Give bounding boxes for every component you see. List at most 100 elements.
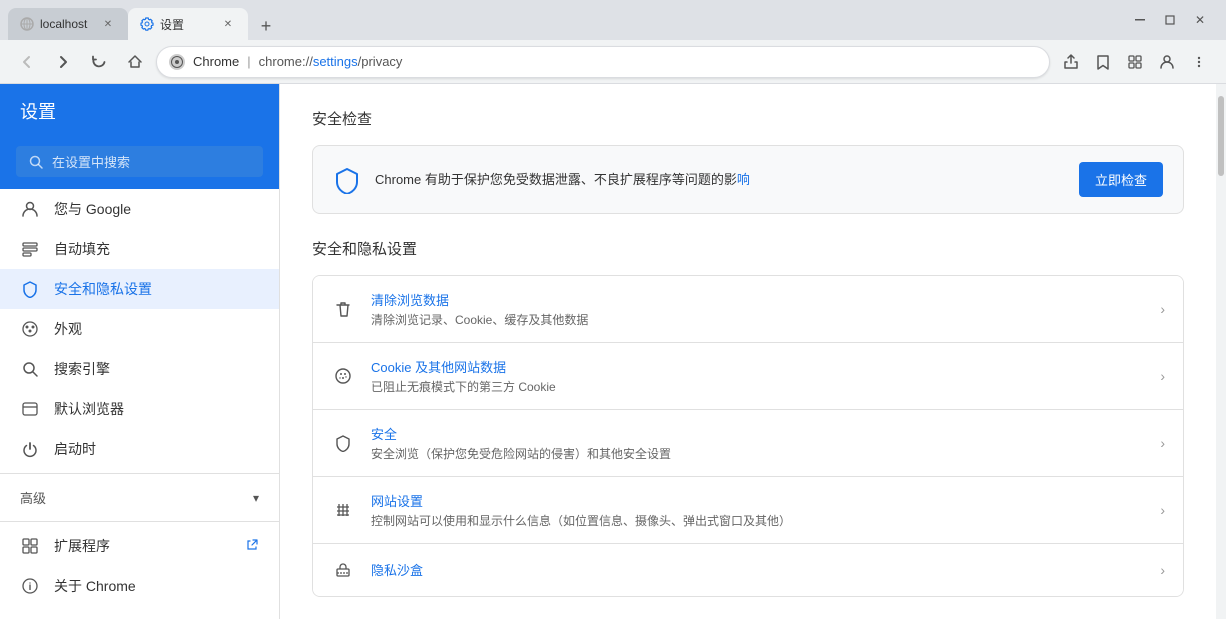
tab-localhost[interactable]: localhost ✕ <box>8 8 128 40</box>
home-button[interactable] <box>120 47 150 77</box>
autofill-icon <box>20 239 40 259</box>
site-security-icon <box>169 54 185 70</box>
sidebar-item-search-label: 搜索引擎 <box>54 359 110 379</box>
settings-title: 设置 <box>20 102 56 122</box>
reload-button[interactable] <box>84 47 114 77</box>
restore-button[interactable] <box>1156 6 1184 34</box>
settings-list: 清除浏览数据 清除浏览记录、Cookie、缓存及其他数据 › Cookie 及其… <box>312 275 1184 597</box>
browser-icon <box>20 399 40 419</box>
power-icon <box>20 439 40 459</box>
security-subtitle: 安全浏览（保护您免受危险网站的侵害）和其他安全设置 <box>371 445 1144 462</box>
minimize-button[interactable] <box>1126 6 1154 34</box>
tab-settings[interactable]: 设置 ✕ <box>128 8 248 40</box>
sidebar-item-startup[interactable]: 启动时 <box>0 429 279 469</box>
search-placeholder[interactable]: 在设置中搜索 <box>52 152 130 171</box>
address-scheme: Chrome <box>193 54 239 69</box>
sidebar: 设置 在设置中搜索 您与 Google 自动填充 <box>0 84 280 619</box>
scrollbar[interactable] <box>1216 84 1226 619</box>
browser-frame: localhost ✕ 设置 ✕ + ✕ <box>0 0 1226 619</box>
palette-icon <box>20 319 40 339</box>
privacy-sandbox-content: 隐私沙盒 <box>371 560 1144 581</box>
scrollbar-thumb[interactable] <box>1218 96 1224 176</box>
extensions-external-icon <box>245 538 259 555</box>
site-settings-item[interactable]: 网站设置 控制网站可以使用和显示什么信息（如位置信息、摄像头、弹出式窗口及其他）… <box>313 477 1183 544</box>
grid-icon <box>331 498 355 522</box>
person-icon <box>20 199 40 219</box>
privacy-sandbox-title: 隐私沙盒 <box>371 560 1144 579</box>
toolbar-actions <box>1056 47 1214 77</box>
sidebar-item-privacy-label: 安全和隐私设置 <box>54 279 152 299</box>
tab-localhost-close[interactable]: ✕ <box>100 16 116 32</box>
window-controls: ✕ <box>1126 6 1218 34</box>
search-icon <box>28 154 44 170</box>
chevron-right-icon-3: › <box>1160 435 1165 451</box>
trash-icon <box>331 297 355 321</box>
cookies-item[interactable]: Cookie 及其他网站数据 已阻止无痕模式下的第三方 Cookie › <box>313 343 1183 410</box>
sidebar-advanced-section[interactable]: 高级 ▾ <box>0 478 279 517</box>
close-button[interactable]: ✕ <box>1186 6 1214 34</box>
safety-check-title: 安全检查 <box>312 108 1184 129</box>
cookies-content: Cookie 及其他网站数据 已阻止无痕模式下的第三方 Cookie <box>371 357 1144 395</box>
sidebar-divider <box>0 473 279 474</box>
tab-localhost-title: localhost <box>40 17 87 31</box>
sidebar-divider-2 <box>0 521 279 522</box>
main-area: 设置 在设置中搜索 您与 Google 自动填充 <box>0 84 1226 619</box>
address-bar[interactable]: Chrome | chrome://settings/privacy <box>156 46 1050 78</box>
share-button[interactable] <box>1056 47 1086 77</box>
safety-check-description: Chrome 有助于保护您免受数据泄露、不良扩展程序等问题的影 <box>375 172 737 187</box>
site-settings-title: 网站设置 <box>371 491 1144 510</box>
safety-check-link[interactable]: 响 <box>737 172 750 187</box>
about-label: 关于 Chrome <box>54 576 136 596</box>
sidebar-item-browser-label: 默认浏览器 <box>54 399 124 419</box>
address-url: chrome://settings/privacy <box>259 54 403 69</box>
sidebar-item-autofill[interactable]: 自动填充 <box>0 229 279 269</box>
sidebar-item-google[interactable]: 您与 Google <box>0 189 279 229</box>
chevron-right-icon-5: › <box>1160 562 1165 578</box>
main-content: 安全检查 Chrome 有助于保护您免受数据泄露、不良扩展程序等问题的影响 立即… <box>280 84 1216 619</box>
safety-check-card: Chrome 有助于保护您免受数据泄露、不良扩展程序等问题的影响 立即检查 <box>312 145 1184 214</box>
security-item[interactable]: 安全 安全浏览（保护您免受危险网站的侵害）和其他安全设置 › <box>313 410 1183 477</box>
tab-settings-icon <box>140 17 154 31</box>
sidebar-item-search[interactable]: 搜索引擎 <box>0 349 279 389</box>
cookies-subtitle: 已阻止无痕模式下的第三方 Cookie <box>371 378 1144 395</box>
security-title: 安全 <box>371 424 1144 443</box>
address-separator: | <box>247 54 250 69</box>
search-engine-icon <box>20 359 40 379</box>
forward-button[interactable] <box>48 47 78 77</box>
bookmark-button[interactable] <box>1088 47 1118 77</box>
extensions-icon <box>20 536 40 556</box>
cookies-title: Cookie 及其他网站数据 <box>371 357 1144 376</box>
sidebar-item-autofill-label: 自动填充 <box>54 239 110 259</box>
sidebar-item-privacy[interactable]: 安全和隐私设置 <box>0 269 279 309</box>
sidebar-item-browser[interactable]: 默认浏览器 <box>0 389 279 429</box>
content-wrapper: 安全检查 Chrome 有助于保护您免受数据泄露、不良扩展程序等问题的影响 立即… <box>280 84 1226 619</box>
sidebar-item-about[interactable]: i 关于 Chrome <box>0 566 279 606</box>
back-button[interactable] <box>12 47 42 77</box>
menu-button[interactable] <box>1184 47 1214 77</box>
tab-strip: localhost ✕ 设置 ✕ + <box>8 0 1126 40</box>
privacy-settings-title: 安全和隐私设置 <box>312 238 1184 259</box>
extensions-button[interactable] <box>1120 47 1150 77</box>
new-tab-button[interactable]: + <box>252 12 280 40</box>
advanced-label: 高级 <box>20 488 46 507</box>
svg-text:i: i <box>29 582 32 593</box>
privacy-sandbox-item[interactable]: 隐私沙盒 › <box>313 544 1183 596</box>
sidebar-item-extensions[interactable]: 扩展程序 <box>0 526 279 566</box>
site-settings-subtitle: 控制网站可以使用和显示什么信息（如位置信息、摄像头、弹出式窗口及其他） <box>371 512 1144 529</box>
sidebar-item-appearance[interactable]: 外观 <box>0 309 279 349</box>
nav-bar: Chrome | chrome://settings/privacy <box>0 40 1226 84</box>
chevron-down-icon: ▾ <box>253 491 259 505</box>
sandbox-icon <box>331 558 355 582</box>
sidebar-item-google-label: 您与 Google <box>54 199 131 219</box>
clear-browsing-item[interactable]: 清除浏览数据 清除浏览记录、Cookie、缓存及其他数据 › <box>313 276 1183 343</box>
clear-browsing-content: 清除浏览数据 清除浏览记录、Cookie、缓存及其他数据 <box>371 290 1144 328</box>
tab-settings-close[interactable]: ✕ <box>220 16 236 32</box>
sidebar-item-startup-label: 启动时 <box>54 439 96 459</box>
tab-localhost-icon <box>20 17 34 31</box>
safety-shield-icon <box>333 166 361 194</box>
chevron-right-icon-4: › <box>1160 502 1165 518</box>
clear-browsing-title: 清除浏览数据 <box>371 290 1144 309</box>
shield-icon <box>20 279 40 299</box>
profile-button[interactable] <box>1152 47 1182 77</box>
safety-check-button[interactable]: 立即检查 <box>1079 162 1163 197</box>
